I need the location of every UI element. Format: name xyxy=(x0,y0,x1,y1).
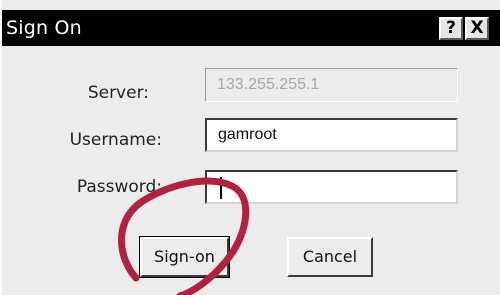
close-icon: X xyxy=(470,18,484,38)
close-button[interactable]: X xyxy=(465,17,489,40)
window-title: Sign On xyxy=(6,17,82,39)
password-label: Password: xyxy=(76,177,162,197)
server-field[interactable] xyxy=(205,68,458,102)
server-label: Server: xyxy=(87,83,149,103)
password-field[interactable] xyxy=(205,170,458,204)
sign-on-button[interactable]: Sign-on xyxy=(139,236,230,278)
title-bar: Sign On ? X xyxy=(2,10,500,46)
username-field[interactable] xyxy=(205,118,458,152)
text-caret xyxy=(220,177,222,199)
question-mark-icon: ? xyxy=(446,18,456,38)
cancel-button[interactable]: Cancel xyxy=(287,237,373,277)
username-label: Username: xyxy=(69,130,162,150)
help-button[interactable]: ? xyxy=(439,17,463,40)
sign-on-dialog: Sign On ? X Server: Username: Password: … xyxy=(0,0,500,295)
